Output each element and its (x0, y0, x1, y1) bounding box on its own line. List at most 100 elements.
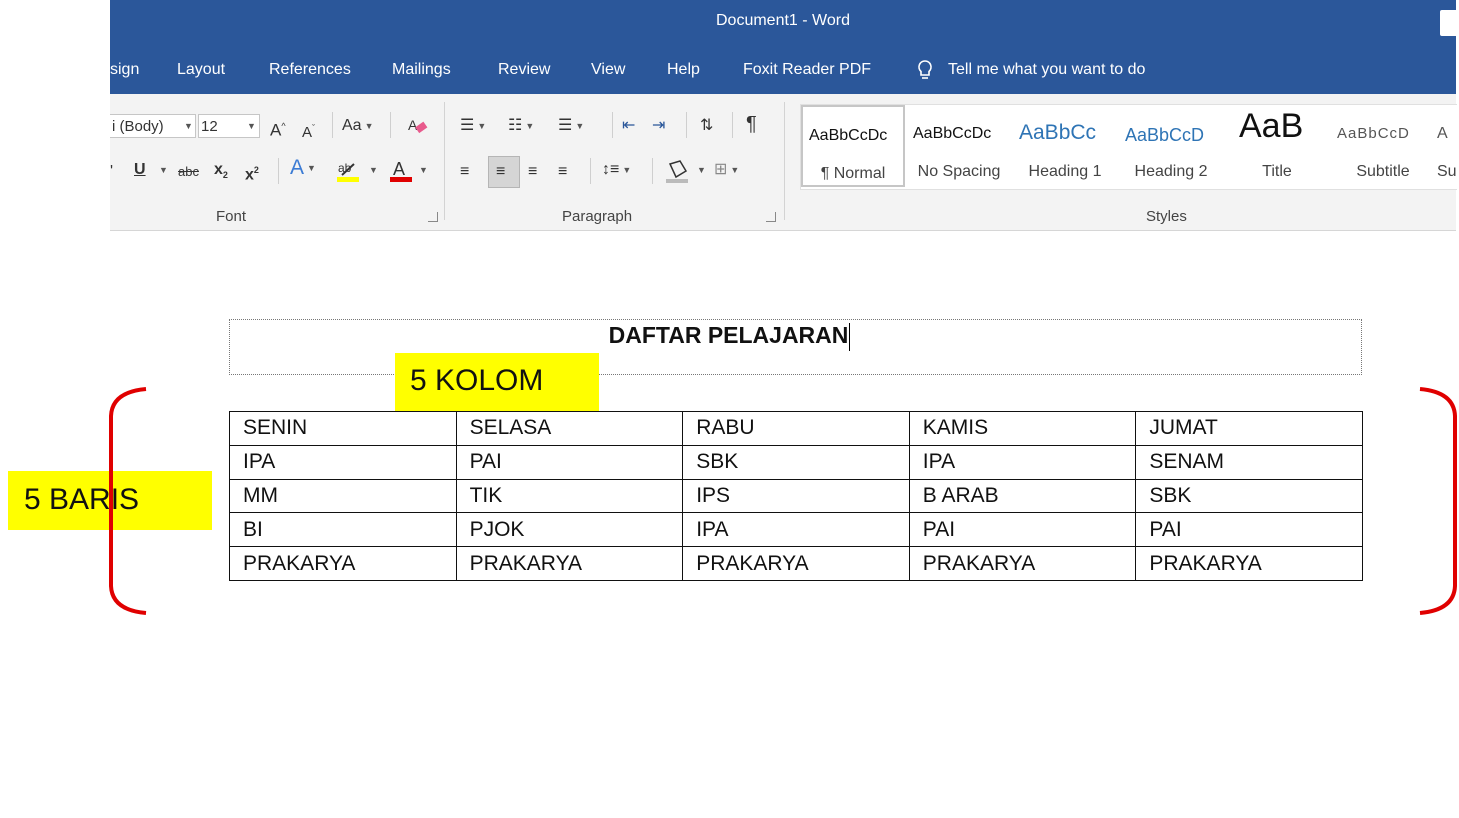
table-cell[interactable]: PRAKARYA (908, 546, 1137, 581)
decrease-indent-icon[interactable]: ⇤ (622, 116, 635, 136)
table-row: BI PJOK IPA PAI PAI (229, 512, 1363, 548)
right-bracket-annotation (1419, 387, 1457, 615)
table-cell[interactable]: IPA (908, 444, 1137, 480)
window-control-button[interactable] (1440, 10, 1456, 36)
tab-view[interactable]: View (591, 61, 625, 79)
grow-font-icon[interactable]: A^ (270, 116, 286, 141)
window-title: Document1 - Word (716, 12, 850, 29)
show-formatting-marks-icon[interactable]: ¶ (746, 114, 757, 134)
table-cell[interactable]: PAI (908, 512, 1137, 548)
paragraph-dialog-launcher-icon[interactable] (766, 212, 776, 222)
tab-foxit-reader-pdf[interactable]: Foxit Reader PDF (743, 61, 871, 79)
superscript-icon[interactable]: x2 (245, 160, 259, 185)
subscript-icon[interactable]: x2 (214, 160, 228, 185)
font-color-icon[interactable]: A (388, 158, 414, 184)
table-row: SENIN SELASA RABU KAMIS JUMAT (229, 411, 1363, 446)
left-bracket-annotation (109, 387, 147, 615)
style-title[interactable]: AaB Title (1225, 105, 1329, 187)
table-cell[interactable]: B ARAB (908, 478, 1137, 514)
multilevel-list-icon[interactable]: ☰ ▼ (558, 116, 584, 136)
table-cell[interactable]: SENAM (1135, 444, 1363, 480)
font-name-dropdown-icon[interactable]: ▼ (181, 116, 193, 136)
table-cell[interactable]: PAI (455, 444, 684, 480)
tab-help[interactable]: Help (667, 61, 700, 79)
align-right-icon[interactable]: ≡ (528, 162, 537, 182)
table-cell[interactable]: PRAKARYA (229, 546, 457, 581)
table-cell[interactable]: PRAKARYA (455, 546, 684, 581)
style-subtitle[interactable]: AaBbCcD Subtitle (1331, 105, 1435, 187)
table-cell[interactable]: PAI (1135, 512, 1363, 548)
style-subtle-emphasis[interactable]: A Su (1437, 105, 1457, 187)
table-cell[interactable]: IPA (682, 512, 910, 548)
table-cell[interactable]: IPS (682, 478, 910, 514)
font-size-value: 12 (201, 118, 218, 135)
tab-mailings[interactable]: Mailings (392, 61, 451, 79)
ribbon: i (Body) ▼ 12 ▼ A^ Aˇ Aa ▼ A ' U ▼ abc x2… (110, 94, 1457, 231)
increase-indent-icon[interactable]: ⇥ (652, 116, 665, 136)
tab-layout[interactable]: Layout (177, 61, 225, 79)
document-heading[interactable]: DAFTAR PELAJARAN (0, 322, 1459, 351)
style-no-spacing[interactable]: AaBbCcDc No Spacing (907, 105, 1011, 187)
tab-references[interactable]: References (269, 61, 351, 79)
tab-review[interactable]: Review (498, 61, 550, 79)
table-cell[interactable]: SBK (682, 444, 910, 480)
underline-icon[interactable]: U (134, 160, 146, 180)
borders-icon[interactable]: ⊞ ▼ (714, 160, 739, 180)
paragraph-group-label: Paragraph (562, 208, 633, 225)
title-bar: Document1 - Word (110, 0, 1456, 48)
schedule-table[interactable]: SENIN SELASA RABU KAMIS JUMAT IPA PAI SBK IPA SEN… (229, 411, 1363, 581)
table-cell[interactable]: KAMIS (908, 411, 1137, 446)
change-case-icon[interactable]: Aa ▼ (342, 116, 374, 136)
shading-icon[interactable] (664, 158, 692, 186)
shrink-font-icon[interactable]: Aˇ (302, 118, 315, 143)
table-cell[interactable]: IPA (229, 444, 457, 480)
justify-icon[interactable]: ≡ (558, 162, 567, 182)
style-heading-1[interactable]: AaBbCc Heading 1 (1013, 105, 1117, 187)
highlight-dropdown-icon[interactable]: ▼ (366, 160, 378, 180)
font-group-label: Font (216, 208, 247, 225)
line-spacing-icon[interactable]: ↕≡ ▼ (602, 160, 631, 180)
font-color-dropdown-icon[interactable]: ▼ (416, 160, 428, 180)
table-cell[interactable]: SENIN (229, 411, 457, 446)
table-cell[interactable]: RABU (682, 411, 910, 446)
table-cell[interactable]: BI (229, 512, 457, 548)
style-heading-2[interactable]: AaBbCcD Heading 2 (1119, 105, 1223, 187)
tab-design[interactable]: sign (110, 61, 139, 79)
lightbulb-icon (918, 60, 932, 79)
styles-group-label: Styles (1146, 208, 1187, 225)
text-cursor (849, 322, 851, 351)
numbering-icon[interactable]: ☷ ▼ (508, 116, 534, 136)
text-effects-icon[interactable]: A ▼ (290, 157, 316, 178)
font-size-dropdown-icon[interactable]: ▼ (244, 116, 256, 136)
tell-me-search[interactable]: Tell me what you want to do (914, 59, 1145, 81)
ribbon-tabs: sign Layout References Mailings Review V… (110, 48, 1456, 94)
table-cell[interactable]: JUMAT (1135, 411, 1363, 446)
font-name-value: i (Body) (112, 118, 164, 135)
table-row: PRAKARYA PRAKARYA PRAKARYA PRAKARYA PRAKARYA (229, 546, 1363, 581)
columns-annotation: 5 KOLOM (395, 353, 599, 412)
table-cell[interactable]: PRAKARYA (682, 546, 910, 581)
table-cell[interactable]: PJOK (455, 512, 684, 548)
italic-button-partial[interactable]: ' (110, 162, 113, 182)
table-cell[interactable]: SELASA (455, 411, 684, 446)
underline-dropdown-icon[interactable]: ▼ (156, 160, 168, 180)
table-cell[interactable]: SBK (1135, 478, 1363, 514)
text-highlight-color-icon[interactable]: ab (336, 158, 362, 184)
svg-text:A: A (393, 159, 405, 179)
align-left-icon[interactable]: ≡ (460, 162, 469, 182)
table-row: IPA PAI SBK IPA SENAM (229, 444, 1363, 480)
shading-dropdown-icon[interactable]: ▼ (694, 160, 706, 180)
table-row: MM TIK IPS B ARAB SBK (229, 478, 1363, 514)
align-center-icon[interactable]: ≡ (496, 162, 505, 182)
table-cell[interactable]: PRAKARYA (1135, 546, 1363, 581)
style-normal[interactable]: AaBbCcDc ¶ Normal (801, 105, 905, 187)
strikethrough-icon[interactable]: abc (178, 162, 199, 182)
font-dialog-launcher-icon[interactable] (428, 212, 438, 222)
svg-text:A: A (408, 117, 418, 133)
clear-formatting-icon[interactable]: A (406, 114, 430, 138)
tell-me-text: Tell me what you want to do (948, 61, 1146, 78)
sort-icon[interactable]: ⇅ (700, 116, 713, 136)
table-cell[interactable]: TIK (455, 478, 684, 514)
table-cell[interactable]: MM (229, 478, 457, 514)
bullets-icon[interactable]: ☰ ▼ (460, 116, 486, 136)
